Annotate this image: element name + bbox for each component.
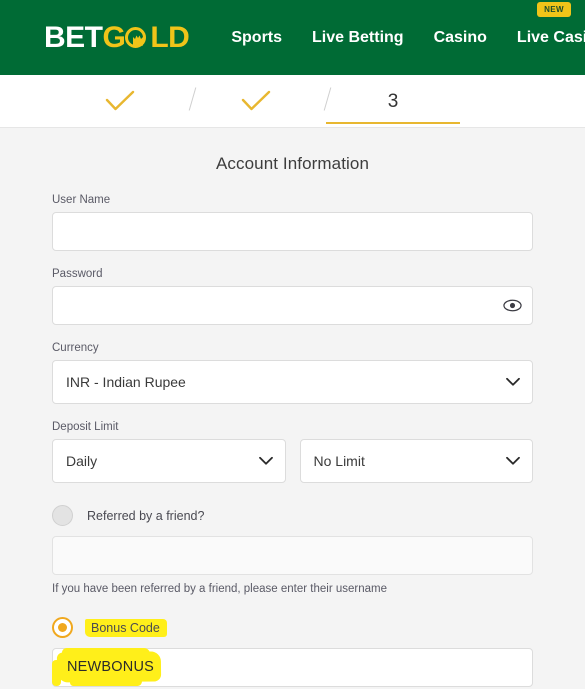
username-label: User Name xyxy=(52,194,111,206)
bonus-label-highlight: Bonus Code xyxy=(85,618,167,637)
field-deposit-limit: Deposit Limit Daily No Limit xyxy=(52,421,533,483)
logo-text-ld: LD xyxy=(150,20,190,54)
field-username: User Name xyxy=(52,194,533,251)
field-currency: Currency INR - Indian Rupee xyxy=(52,342,533,404)
brand-logo[interactable]: BET G LD xyxy=(44,20,190,54)
registration-form: User Name Password Currency INR - Indian… xyxy=(0,194,585,687)
bonus-radio-label: Bonus Code xyxy=(85,618,167,637)
registration-stepper: 3 xyxy=(0,75,585,128)
deposit-period-select[interactable]: Daily xyxy=(52,439,286,483)
check-icon xyxy=(105,90,135,111)
currency-selected-value: INR - Indian Rupee xyxy=(66,374,186,390)
deposit-amount-value: No Limit xyxy=(313,453,365,469)
referred-helper-text: If you have been referred by a friend, p… xyxy=(52,583,387,595)
step-separator-1 xyxy=(188,87,197,111)
deposit-amount-select[interactable]: No Limit xyxy=(299,439,533,483)
referred-radio-label: Referred by a friend? xyxy=(87,508,205,523)
password-input[interactable] xyxy=(52,286,533,325)
nav-live-casino[interactable]: Live Casino xyxy=(517,29,585,47)
currency-label: Currency xyxy=(52,342,99,354)
referred-radio-row[interactable]: Referred by a friend? xyxy=(52,505,533,526)
bonus-radio-row[interactable]: Bonus Code xyxy=(52,617,533,638)
referred-radio[interactable] xyxy=(52,505,73,526)
nav-casino[interactable]: Casino xyxy=(434,29,487,47)
crown-in-circle-icon xyxy=(125,25,150,50)
deposit-limit-label: Deposit Limit xyxy=(52,421,119,433)
new-badge: NEW xyxy=(537,2,571,17)
logo-text-bet: BET xyxy=(44,20,103,54)
referred-username-input[interactable] xyxy=(52,536,533,575)
main-nav: Sports Live Betting Casino Live Casino xyxy=(231,29,585,47)
eye-icon[interactable] xyxy=(503,296,522,315)
password-label: Password xyxy=(52,268,103,280)
chevron-down-icon xyxy=(258,456,273,465)
nav-live-betting[interactable]: Live Betting xyxy=(312,29,404,47)
site-header: BET G LD Sports Live Betting Casino Live… xyxy=(0,0,585,75)
deposit-period-value: Daily xyxy=(66,453,98,469)
check-icon xyxy=(241,90,271,111)
username-input[interactable] xyxy=(52,212,533,251)
bonus-code-input[interactable] xyxy=(52,648,533,687)
bonus-code-field: NEWBONUS xyxy=(52,648,533,687)
chevron-down-icon xyxy=(506,456,520,465)
field-password: Password xyxy=(52,268,533,325)
step-3-active-underline xyxy=(326,121,460,124)
currency-select[interactable]: INR - Indian Rupee xyxy=(52,360,533,404)
step-1-complete[interactable] xyxy=(86,75,154,127)
step-3-active[interactable]: 3 xyxy=(326,75,460,127)
chevron-down-icon xyxy=(506,377,520,386)
logo-text-g: G xyxy=(102,20,126,54)
bonus-radio[interactable] xyxy=(52,617,73,638)
step-2-complete[interactable] xyxy=(222,75,290,127)
page-title: Account Information xyxy=(215,154,370,173)
nav-sports[interactable]: Sports xyxy=(231,29,282,47)
step-3-number: 3 xyxy=(387,90,399,112)
